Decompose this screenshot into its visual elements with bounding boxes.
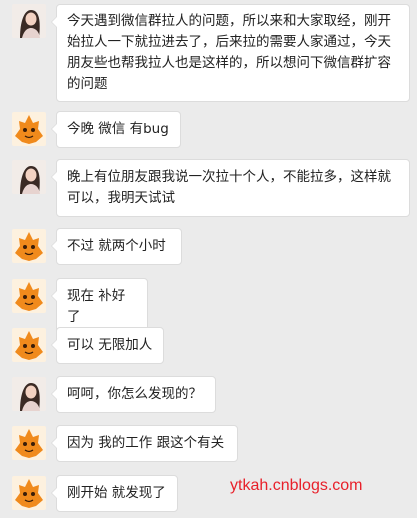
- watermark: ytkah.cnblogs.com: [230, 477, 363, 494]
- mascot-avatar[interactable]: [12, 426, 46, 460]
- woman-avatar[interactable]: [12, 4, 46, 38]
- message-text: 今天遇到微信群拉人的问题，所以来和大家取经，刚开始拉人一下就拉进去了，后来拉的需…: [67, 13, 391, 92]
- woman-avatar[interactable]: [12, 377, 46, 411]
- message-bubble: 今晚 微信 有bug: [51, 111, 181, 148]
- message-bubble: 因为 我的工作 跟这个有关: [51, 425, 238, 462]
- mascot-avatar[interactable]: [12, 229, 46, 263]
- mascot-avatar[interactable]: [12, 476, 46, 510]
- message-text: 呵呵，你怎么发现的？: [67, 386, 202, 402]
- message-bubble: 可以 无限加人: [51, 327, 164, 364]
- message-bubble: 今天遇到微信群拉人的问题，所以来和大家取经，刚开始拉人一下就拉进去了，后来拉的需…: [51, 4, 410, 102]
- mascot-avatar[interactable]: [12, 328, 46, 362]
- message-text: 晚上有位朋友跟我说一次拉十个人，不能拉多，这样就可以，我明天试试: [67, 169, 391, 206]
- message-text: 不过 就两个小时: [67, 238, 166, 254]
- message-bubble: 晚上有位朋友跟我说一次拉十个人，不能拉多，这样就可以，我明天试试: [51, 159, 410, 217]
- message-bubble: 呵呵，你怎么发现的？: [51, 376, 216, 413]
- mascot-avatar[interactable]: [12, 279, 46, 313]
- message-text: 现在 补好了: [67, 288, 126, 325]
- message-bubble: 刚开始 就发现了: [51, 475, 178, 512]
- message-text: 今晚 微信 有bug: [67, 121, 169, 137]
- message-text: 刚开始 就发现了: [67, 485, 166, 501]
- mascot-avatar[interactable]: [12, 112, 46, 146]
- message-text: 可以 无限加人: [67, 337, 153, 353]
- message-bubble: 不过 就两个小时: [51, 228, 182, 265]
- message-text: 因为 我的工作 跟这个有关: [67, 435, 225, 451]
- woman-avatar[interactable]: [12, 160, 46, 194]
